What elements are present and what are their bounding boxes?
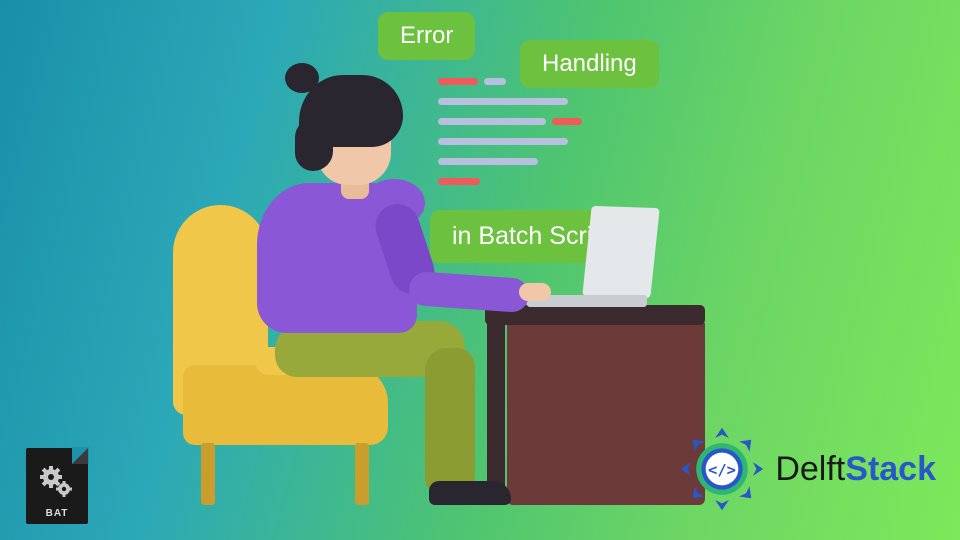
logo-text: DelftStack	[775, 450, 936, 489]
bat-file-icon: BAT	[26, 448, 88, 524]
delftstack-logo: </> DelftStack	[679, 426, 936, 512]
svg-text:</>: </>	[708, 461, 736, 479]
logo-mark-icon: </>	[679, 426, 765, 512]
title-pill-error: Error	[378, 12, 475, 60]
bat-file-label: BAT	[26, 508, 88, 519]
gears-icon	[40, 466, 74, 503]
logo-text-delft: Delft	[775, 450, 845, 488]
illustration-person-laptop	[165, 65, 705, 505]
logo-text-stack: Stack	[845, 450, 936, 488]
